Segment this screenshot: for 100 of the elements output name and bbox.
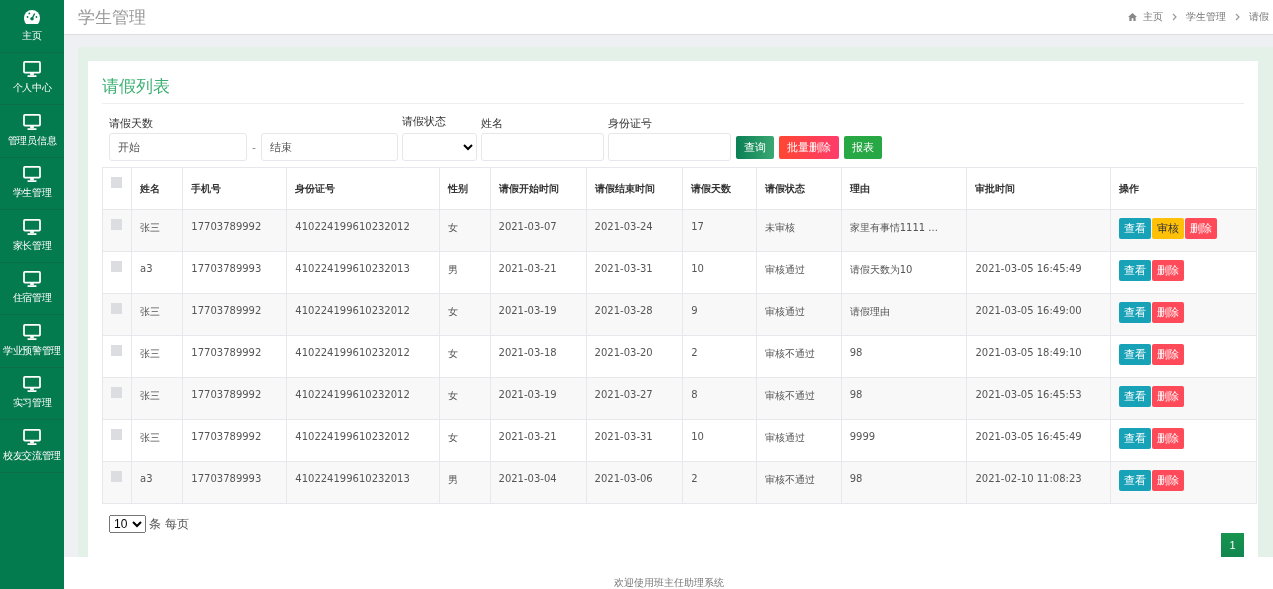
- checkbox[interactable]: [111, 387, 122, 398]
- table-cell: 审核不通过: [756, 377, 842, 420]
- delete-button[interactable]: 删除: [1184, 218, 1217, 239]
- table-cell: 17703789992: [182, 209, 287, 252]
- table-cell: 2021-03-05 16:45:49: [966, 419, 1111, 462]
- input-field[interactable]: [608, 133, 731, 161]
- table-cell: 请假天数为10: [841, 251, 967, 294]
- column-header: 身份证号: [286, 167, 440, 210]
- table-cell: 2021-03-05 16:45:53: [966, 377, 1111, 420]
- view-button[interactable]: 查看: [1118, 470, 1151, 491]
- column-header: 性别: [439, 167, 491, 210]
- delete-button[interactable]: 删除: [1151, 470, 1184, 491]
- checkbox[interactable]: [111, 429, 122, 440]
- table-cell: 2021-03-24: [586, 209, 683, 252]
- table-cell: 审核通过: [756, 251, 842, 294]
- checkbox[interactable]: [111, 345, 122, 356]
- table-cell: 410224199610232012: [286, 209, 440, 252]
- nav-label: 主页: [22, 28, 42, 43]
- page-size-select[interactable]: 10: [109, 515, 146, 533]
- table-cell: 410224199610232013: [286, 461, 440, 504]
- nav-label: 校友交流管理: [2, 448, 62, 463]
- column-header: 操作: [1110, 167, 1257, 210]
- view-button[interactable]: 查看: [1118, 260, 1151, 281]
- table-cell: 请假理由: [841, 293, 967, 336]
- table-cell: 2021-03-18: [490, 335, 587, 378]
- view-button[interactable]: 查看: [1118, 302, 1151, 323]
- table-cell: 2021-02-10 11:08:23: [966, 461, 1111, 504]
- view-button[interactable]: 查看: [1118, 218, 1151, 239]
- view-button[interactable]: 查看: [1118, 386, 1151, 407]
- field-label: 身份证号: [608, 116, 653, 131]
- table-cell: 9: [682, 293, 757, 336]
- delete-button[interactable]: 删除: [1151, 344, 1184, 365]
- table-cell: 2021-03-05 16:49:00: [966, 293, 1111, 336]
- status-select[interactable]: [402, 133, 477, 161]
- input-field[interactable]: 开始: [109, 133, 247, 161]
- table-cell: 17703789992: [182, 419, 287, 462]
- checkbox[interactable]: [111, 303, 122, 314]
- view-button[interactable]: 查看: [1118, 344, 1151, 365]
- table-cell: 2021-03-21: [490, 251, 587, 294]
- checkbox[interactable]: [111, 261, 122, 272]
- table-cell: 女: [439, 335, 491, 378]
- table-cell: 女: [439, 419, 491, 462]
- delete-button[interactable]: 删除: [1151, 260, 1184, 281]
- nav-label: 学生管理: [12, 186, 52, 201]
- table-cell: 410224199610232012: [286, 293, 440, 336]
- checkbox[interactable]: [111, 219, 122, 230]
- table-cell: 2: [682, 461, 757, 504]
- delete-button[interactable]: 删除: [1151, 386, 1184, 407]
- table-cell: 2021-03-31: [586, 251, 683, 294]
- search-button[interactable]: 查询: [736, 136, 774, 159]
- table-cell: 2021-03-20: [586, 335, 683, 378]
- field-label: 请假状态: [402, 114, 447, 129]
- table-cell: 2021-03-27: [586, 377, 683, 420]
- input-field[interactable]: 结束: [261, 133, 398, 161]
- dashboard-icon: [23, 8, 41, 25]
- column-header: 请假天数: [682, 167, 757, 210]
- nav-label: 个人中心: [12, 81, 52, 96]
- breadcrumb-link[interactable]: 主页: [1143, 10, 1163, 24]
- nav-label: 家长管理: [12, 238, 52, 253]
- table-cell: 2021-03-28: [586, 293, 683, 336]
- table-cell: 98: [841, 377, 967, 420]
- breadcrumb-link[interactable]: 学生管理: [1186, 10, 1226, 24]
- table-cell: 未审核: [756, 209, 842, 252]
- table-cell: 17703789993: [182, 251, 287, 294]
- table-cell: 女: [439, 209, 491, 252]
- chevron-icon: [1235, 13, 1240, 21]
- nav-label: 学业预警管理: [2, 343, 62, 358]
- breadcrumb-link[interactable]: 请假: [1249, 10, 1269, 24]
- table-cell: 2021-03-05 16:45:49: [966, 251, 1111, 294]
- table-cell: 410224199610232012: [286, 377, 440, 420]
- table-cell: 2021-03-19: [490, 293, 587, 336]
- table-cell: 审核不通过: [756, 461, 842, 504]
- page-button[interactable]: 1: [1221, 533, 1244, 557]
- column-header: 理由: [841, 167, 967, 210]
- table-cell: 410224199610232012: [286, 335, 440, 378]
- column-header: 手机号: [182, 167, 287, 210]
- nav-label: 管理员信息: [7, 133, 57, 148]
- table-cell: 410224199610232013: [286, 251, 440, 294]
- table-cell: 张三: [131, 209, 183, 252]
- home-icon: [1128, 13, 1137, 21]
- input-field[interactable]: [481, 133, 604, 161]
- checkbox[interactable]: [111, 177, 122, 188]
- checkbox[interactable]: [111, 471, 122, 482]
- column-header: 请假开始时间: [490, 167, 587, 210]
- table-cell: 98: [841, 335, 967, 378]
- monitor-icon: [23, 218, 41, 235]
- panel-title: 请假列表: [102, 71, 1244, 104]
- delete-button[interactable]: 删除: [1151, 428, 1184, 449]
- field-label: 请假天数: [109, 116, 154, 131]
- monitor-icon: [23, 113, 41, 130]
- delete-button[interactable]: 删除: [1151, 302, 1184, 323]
- report-button[interactable]: 报表: [844, 136, 882, 159]
- view-button[interactable]: 查看: [1118, 428, 1151, 449]
- table-cell: 张三: [131, 293, 183, 336]
- monitor-icon: [23, 166, 41, 183]
- delete-button[interactable]: 批量删除: [779, 136, 839, 159]
- monitor-icon: [23, 271, 41, 288]
- review-button[interactable]: 审核: [1151, 218, 1184, 239]
- table-cell: 2021-03-19: [490, 377, 587, 420]
- page-title: 学生管理: [78, 5, 146, 29]
